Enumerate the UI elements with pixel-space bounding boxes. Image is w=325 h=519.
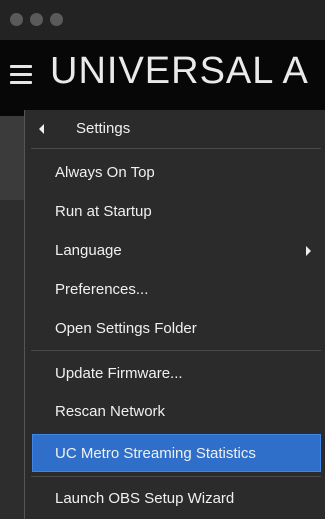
menu-item-run-at-startup[interactable]: Run at Startup [25,193,325,231]
brand-logo-text: UNIVERSAL A [50,50,309,92]
menu-header-label: Settings [76,120,131,137]
window-titlebar [0,0,325,40]
app-header: UNIVERSAL A [0,40,325,116]
menu-item-label: Run at Startup [55,203,152,220]
menu-item-rescan-network[interactable]: Rescan Network [25,393,325,431]
back-arrow-icon [39,124,44,134]
menu-divider [31,476,321,477]
menu-item-label: Always On Top [55,164,155,181]
menu-item-always-on-top[interactable]: Always On Top [25,154,325,192]
menu-item-launch-obs-setup-wizard[interactable]: Launch OBS Setup Wizard [25,480,325,518]
settings-menu: Settings Always On Top Run at Startup La… [24,110,325,519]
background-panel-highlight [0,116,24,200]
menu-item-open-settings-folder[interactable]: Open Settings Folder [25,310,325,348]
menu-item-uc-metro-streaming-statistics[interactable]: UC Metro Streaming Statistics [32,434,321,472]
menu-item-label: Update Firmware... [55,365,183,382]
menu-item-label: Launch OBS Setup Wizard [55,490,235,507]
menu-item-label: Preferences... [55,281,149,298]
menu-item-label: Language [55,242,122,259]
menu-divider [31,148,321,149]
menu-divider [31,350,321,351]
submenu-arrow-icon [306,246,311,256]
hamburger-menu-icon[interactable] [10,64,32,84]
settings-back-header[interactable]: Settings [25,110,325,148]
menu-item-label: Open Settings Folder [55,320,197,337]
close-window-button[interactable] [10,13,23,26]
menu-item-preferences[interactable]: Preferences... [25,271,325,309]
menu-item-label: Rescan Network [55,403,166,420]
minimize-window-button[interactable] [30,13,43,26]
menu-item-label: UC Metro Streaming Statistics [55,445,256,462]
menu-item-update-firmware[interactable]: Update Firmware... [25,355,325,393]
zoom-window-button[interactable] [50,13,63,26]
menu-item-language[interactable]: Language [25,232,325,270]
background-panel [0,116,24,519]
